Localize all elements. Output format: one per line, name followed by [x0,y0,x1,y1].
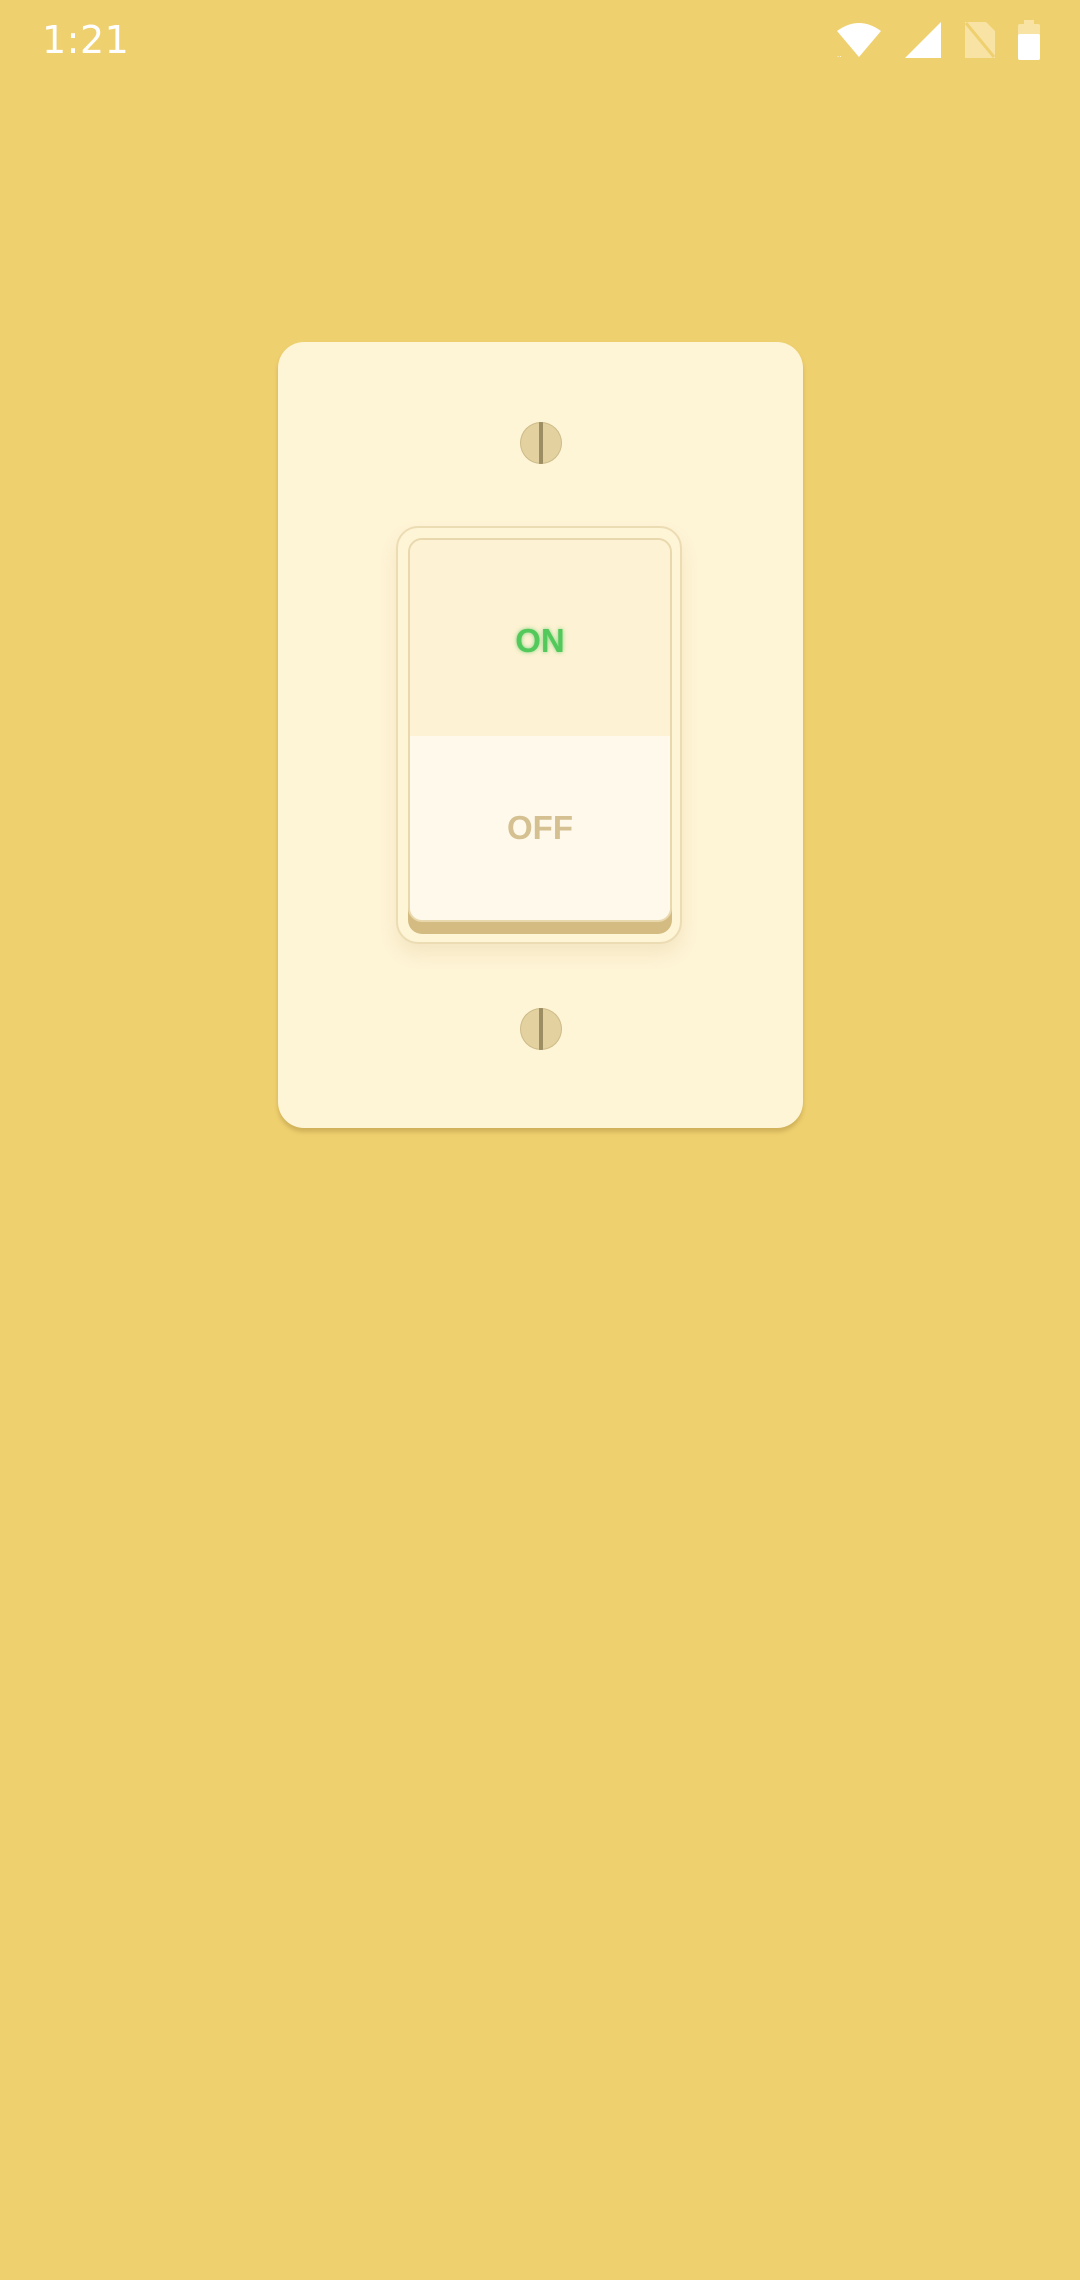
off-label: OFF [507,809,573,846]
screw-bottom-icon [520,1008,562,1050]
screw-top-icon [520,422,562,464]
status-icons: .. [836,20,1040,60]
on-label: ON [515,622,565,659]
switch-wall-plate: ON OFF [278,342,803,1128]
battery-icon [1018,20,1040,60]
switch-off-half[interactable]: OFF [410,736,670,920]
switch-on-half[interactable]: ON [410,540,670,736]
light-switch-toggle[interactable]: ON OFF [408,538,672,922]
status-time: 1:21 [42,18,130,62]
switch-housing: ON OFF [396,526,682,944]
no-sim-icon [964,21,996,59]
status-bar: 1:21 .. [0,0,1080,80]
wifi-icon: .. [836,22,882,58]
cell-signal-icon [904,21,942,59]
svg-text:..: .. [837,50,841,58]
